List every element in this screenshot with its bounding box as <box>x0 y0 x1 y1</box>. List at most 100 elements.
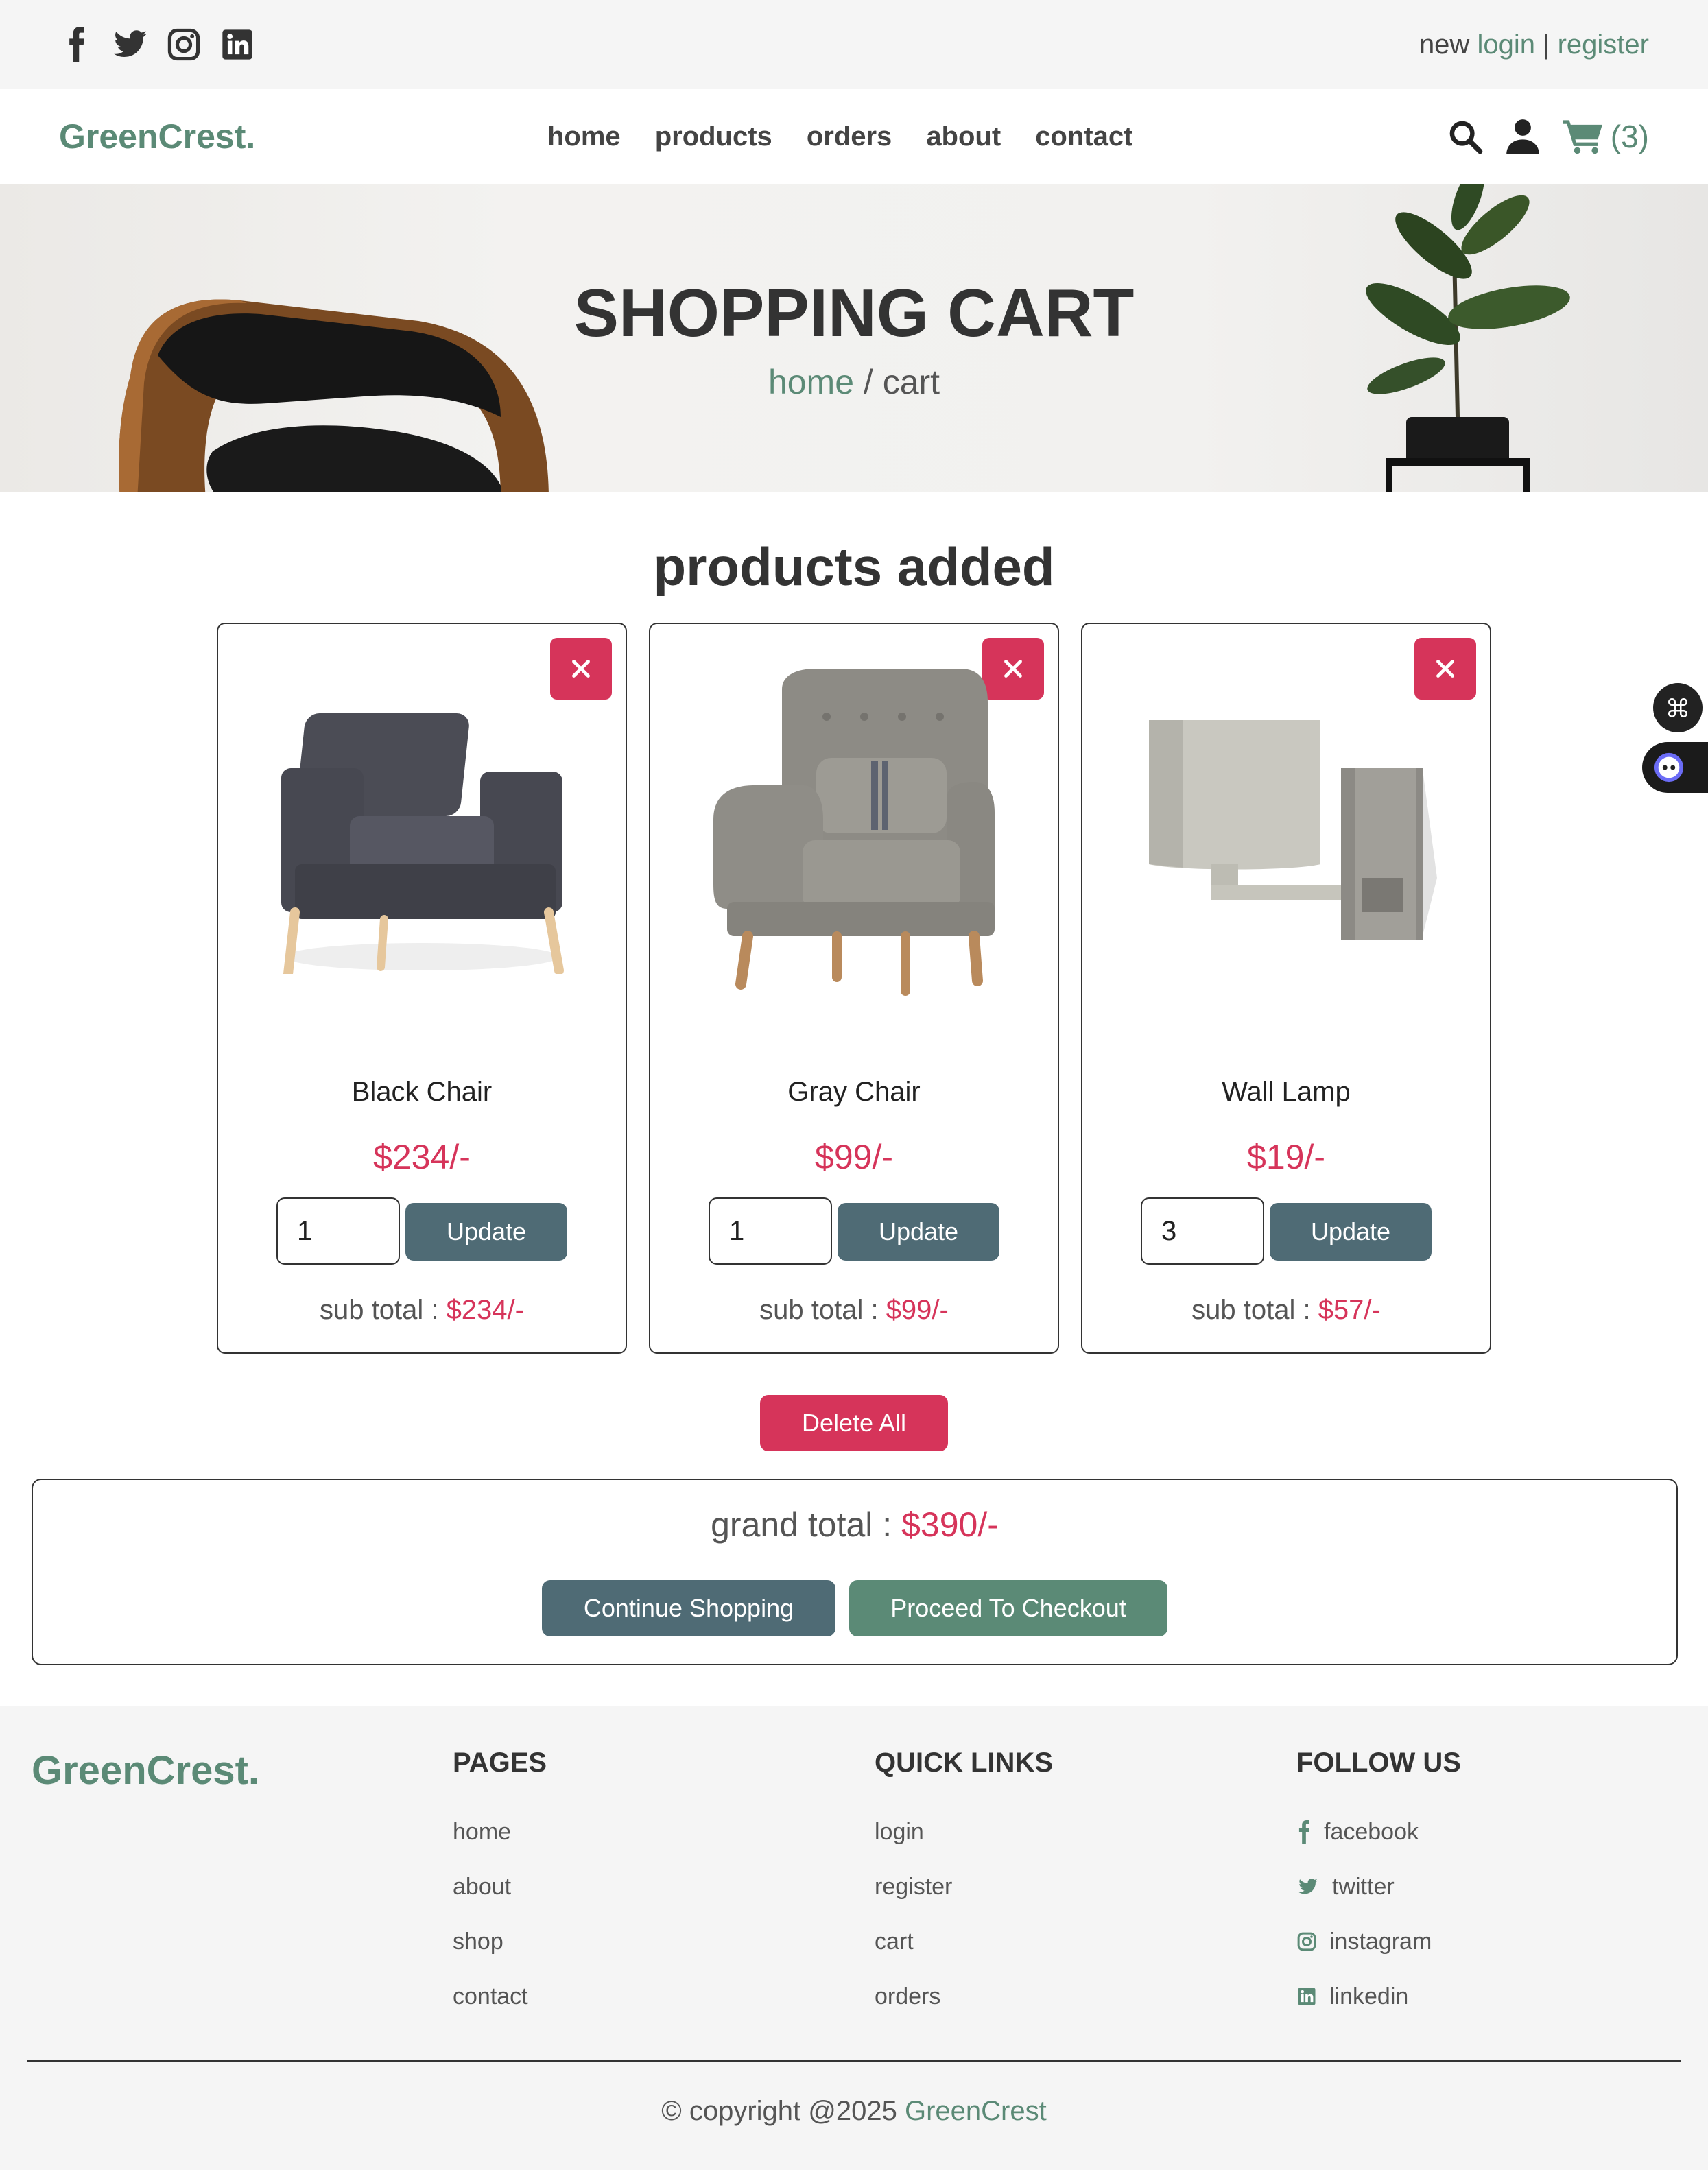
quantity-input[interactable] <box>1141 1197 1264 1265</box>
update-button[interactable]: Update <box>838 1203 999 1261</box>
cart-item-card: Gray Chair $99/- Update sub total : $99/… <box>649 623 1059 1354</box>
facebook-icon[interactable] <box>59 27 95 62</box>
footer-pages-title: PAGES <box>453 1748 547 1778</box>
grand-total-value: $390/- <box>901 1505 999 1544</box>
quantity-row: Update <box>1082 1197 1490 1265</box>
subtotal-label: sub total : <box>320 1295 439 1325</box>
user-icon[interactable] <box>1506 119 1539 154</box>
cart-items: Black Chair $234/- Update sub total : $2… <box>217 623 1491 1354</box>
quantity-input[interactable] <box>709 1197 832 1265</box>
grand-total-label: grand total : <box>711 1505 892 1544</box>
footer-facebook-link[interactable]: facebook <box>1296 1804 1708 1859</box>
subtotal-label: sub total : <box>759 1295 879 1325</box>
breadcrumb-current: / cart <box>863 363 940 401</box>
subtotal-label: sub total : <box>1191 1295 1311 1325</box>
product-subtotal: sub total : $99/- <box>650 1295 1058 1326</box>
product-image <box>246 686 598 974</box>
cart-button[interactable]: (3) <box>1562 118 1649 155</box>
footer-follow: FOLLOW US facebook twitter instagram lin… <box>1296 1748 1708 2024</box>
totals-actions: Continue Shopping Proceed To Checkout <box>33 1580 1676 1636</box>
linkedin-label: linkedin <box>1329 1983 1409 2010</box>
cart-count: (3) <box>1610 119 1649 154</box>
footer-link-shop[interactable]: shop <box>453 1914 864 1969</box>
quantity-input[interactable] <box>276 1197 400 1265</box>
cart-icon <box>1562 120 1602 154</box>
cart-item-card: Black Chair $234/- Update sub total : $2… <box>217 623 627 1354</box>
update-button[interactable]: Update <box>405 1203 567 1261</box>
footer-follow-title: FOLLOW US <box>1296 1748 1461 1778</box>
product-image <box>678 669 1030 996</box>
product-subtotal: sub total : $57/- <box>1082 1295 1490 1326</box>
breadcrumb-home[interactable]: home <box>768 363 854 401</box>
auth-separator: | <box>1543 29 1550 60</box>
copyright-brand[interactable]: GreenCrest <box>905 2096 1047 2126</box>
product-price: $234/- <box>373 1138 471 1176</box>
site-footer: GreenCrest. PAGES home about shop contac… <box>0 1706 1708 2170</box>
update-button[interactable]: Update <box>1270 1203 1432 1261</box>
section-title: products added <box>653 536 1055 597</box>
assistant-icon <box>1654 752 1684 783</box>
linkedin-icon[interactable] <box>220 27 255 62</box>
copyright: © copyright @2025 GreenCrest <box>0 2096 1708 2127</box>
footer-link-orders[interactable]: orders <box>875 1969 1286 2024</box>
site-logo[interactable]: GreenCrest. <box>59 117 255 156</box>
quantity-row: Update <box>218 1197 626 1265</box>
footer-twitter-link[interactable]: twitter <box>1296 1859 1708 1914</box>
footer-pages: PAGES home about shop contact <box>453 1748 864 2024</box>
cart-item-card: Wall Lamp $19/- Update sub total : $57/- <box>1081 623 1491 1354</box>
footer-divider <box>27 2060 1681 2062</box>
auth-links: new login | register <box>1419 29 1649 60</box>
armchair-image <box>281 713 564 974</box>
footer-link-login[interactable]: login <box>875 1804 1286 1859</box>
quantity-row: Update <box>650 1197 1058 1265</box>
product-price: $19/- <box>1247 1138 1325 1176</box>
wingback-chair-image <box>713 669 995 996</box>
subtotal-value: $57/- <box>1318 1295 1381 1325</box>
footer-link-home[interactable]: home <box>453 1804 864 1859</box>
twitter-icon[interactable] <box>112 27 148 62</box>
product-price: $99/- <box>815 1138 893 1176</box>
breadcrumb: home / cart <box>0 362 1708 402</box>
twitter-icon <box>1298 1879 1318 1894</box>
footer-link-register[interactable]: register <box>875 1859 1286 1914</box>
main-nav: home products orders about contact <box>547 89 1132 184</box>
command-icon <box>1668 698 1688 718</box>
facebook-label: facebook <box>1324 1818 1419 1845</box>
nav-products[interactable]: products <box>655 121 772 152</box>
login-link[interactable]: login <box>1477 29 1535 60</box>
nav-orders[interactable]: orders <box>807 121 892 152</box>
floating-command-button[interactable] <box>1653 683 1703 732</box>
page-title: SHOPPING CART <box>573 275 1135 350</box>
footer-instagram-link[interactable]: instagram <box>1296 1914 1708 1969</box>
instagram-label: instagram <box>1329 1928 1432 1955</box>
nav-home[interactable]: home <box>547 121 621 152</box>
close-icon <box>572 660 590 678</box>
instagram-icon <box>1297 1932 1316 1951</box>
wall-lamp-image <box>1149 720 1437 940</box>
nav-about[interactable]: about <box>926 121 1001 152</box>
floating-assistant-button[interactable] <box>1642 742 1708 793</box>
auth-prefix: new <box>1419 29 1470 60</box>
instagram-icon[interactable] <box>166 27 202 62</box>
delete-all-button[interactable]: Delete All <box>760 1395 948 1451</box>
page-hero: SHOPPING CART home / cart <box>0 184 1708 492</box>
footer-logo[interactable]: GreenCrest. <box>32 1748 259 1793</box>
product-name: Gray Chair <box>787 1077 921 1107</box>
checkout-button[interactable]: Proceed To Checkout <box>849 1580 1167 1636</box>
header-icons: (3) <box>1447 118 1649 155</box>
continue-shopping-button[interactable]: Continue Shopping <box>542 1580 835 1636</box>
social-links <box>59 27 255 62</box>
footer-quick-title: QUICK LINKS <box>875 1748 1053 1778</box>
product-name: Wall Lamp <box>1222 1077 1351 1107</box>
search-icon[interactable] <box>1447 119 1483 154</box>
footer-link-about[interactable]: about <box>453 1859 864 1914</box>
register-link[interactable]: register <box>1558 29 1649 60</box>
grand-total: grand total : $390/- <box>33 1505 1676 1545</box>
nav-contact[interactable]: contact <box>1035 121 1132 152</box>
product-name: Black Chair <box>351 1077 493 1107</box>
footer-linkedin-link[interactable]: linkedin <box>1296 1969 1708 2024</box>
footer-link-contact[interactable]: contact <box>453 1969 864 2024</box>
linkedin-icon <box>1298 1988 1316 2005</box>
facebook-icon <box>1298 1820 1309 1844</box>
footer-link-cart[interactable]: cart <box>875 1914 1286 1969</box>
